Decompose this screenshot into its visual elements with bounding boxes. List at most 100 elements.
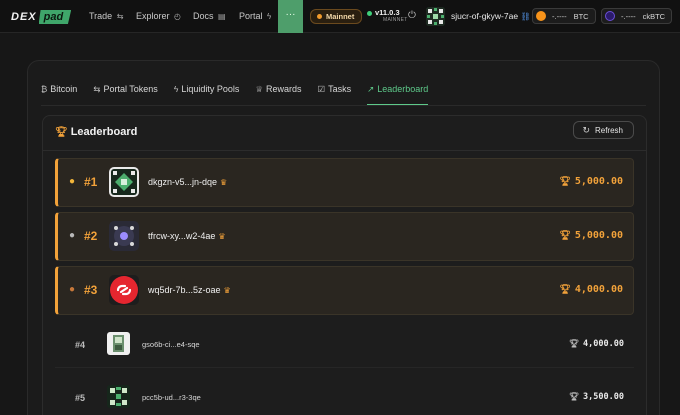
btc-balance-symbol: BTC [573,11,589,21]
player-score: 🏆︎ 3,500.00 [569,392,624,402]
btc-balance[interactable]: -.---- BTC [532,8,596,24]
leaderboard-row[interactable]: ● #3 wq5dr-7b...5z-oae ♛ 🏆︎ 4,000.00 [55,266,634,315]
rank-label: #5 [75,393,86,403]
bitcoin-circle-icon: ₿ [41,84,48,94]
player-name-text: gso6b-ci...e4-sqe [142,340,200,349]
player-avatar [107,332,130,355]
account-avatar[interactable] [426,7,445,26]
refresh-label: Refresh [594,125,623,135]
rank-label: #3 [84,283,98,297]
tab-portal-tokens-label: Portal Tokens [103,84,158,94]
silver-medal-icon: ● [69,230,76,241]
gold-medal-icon: ● [69,176,76,187]
tabs-divider [41,105,646,106]
nav-trade-label: Trade [89,11,113,21]
player-name: gso6b-ci...e4-sqe [142,340,200,349]
tab-bitcoin-label: Bitcoin [50,84,78,94]
power-icon[interactable]: ⏻ [408,10,416,21]
trophy-icon: 🏆︎ [559,231,571,241]
bitcoin-icon [536,11,546,21]
refresh-icon: ↻ [582,124,590,135]
player-name: pcc5b-ud...r3-3qe [142,393,201,402]
player-name-text: pcc5b-ud...r3-3qe [142,393,201,402]
network-label: Mainnet [326,12,355,21]
leaderboard-card: 🏆︎ Leaderboard ↻ Refresh ● #1 dkgzn-v5..… [42,115,647,415]
refresh-button[interactable]: ↻ Refresh [573,121,634,139]
crown-icon: ♛ [218,232,226,241]
tab-leaderboard-label: Leaderboard [377,84,429,94]
player-avatar [109,221,139,251]
nav-docs-label: Docs [193,11,214,21]
account-principal[interactable]: sjucr-of-gkyw-7ae ⛓ [451,11,531,21]
more-menu-button[interactable]: ··· [278,0,303,33]
dexpad-logo[interactable]: DEX pad [11,9,72,25]
rank-label: #4 [75,340,86,350]
trophy-icon: 🏆︎ [559,177,571,187]
rank-label: #1 [84,175,98,189]
nav-docs[interactable]: Docs ▤ [193,11,226,21]
version-label: v11.0.3 [375,8,400,17]
player-name: wq5dr-7b...5z-oae ♛ [148,285,231,295]
nav-portal-label: Portal [239,11,263,21]
leaderboard-row[interactable]: #4 gso6b-ci...e4-sqe 🏆︎ 4,000.00 [55,327,634,364]
tab-bitcoin[interactable]: ₿ Bitcoin [41,81,77,105]
btc-balance-amount: -.---- [552,11,567,21]
tab-tasks[interactable]: ☑ Tasks [318,81,352,105]
trophy-icon: 🏆︎ [55,127,68,138]
tab-leaderboard[interactable]: ↗ Leaderboard [367,81,429,105]
player-score-value: 5,000.00 [574,230,623,241]
player-score: 🏆︎ 4,000.00 [559,284,623,295]
version-indicator: v11.0.3 MAINNET [367,9,408,24]
bronze-medal-icon: ● [69,284,76,295]
swap-icon: ⇆ [116,12,124,21]
network-status-dot-icon [317,14,322,19]
leaderboard-row[interactable]: #5 pcc5b-ud...r3-3qe 🏆︎ 3,500.00 [55,380,634,415]
ckbtc-balance-symbol: ckBTC [642,11,666,21]
trophy-icon: 🏆︎ [568,392,580,401]
nav-explorer-label: Explorer [136,11,170,21]
rank-label: #2 [84,229,98,243]
logo-text-dex: DEX [11,11,37,23]
tab-tasks-label: Tasks [328,84,352,94]
document-icon: ▤ [218,12,226,21]
trending-up-icon: ↗ [367,84,375,94]
tab-portal-tokens[interactable]: ⇆ Portal Tokens [93,81,158,105]
player-name: dkgzn-v5...jn-dqe ♛ [148,177,227,187]
logo-text-pad: pad [38,10,72,24]
checkbox-icon: ☑ [317,84,326,94]
leaderboard-header-divider [43,150,646,151]
player-score-value: 3,500.00 [583,392,624,402]
crown-icon: ♛ [223,286,231,295]
trophy-icon: ♕ [255,84,263,94]
nav-trade[interactable]: Trade ⇆ [89,11,123,21]
player-avatar [109,167,139,197]
tab-rewards-label: Rewards [265,84,302,94]
main-panel: ₿ Bitcoin ⇆ Portal Tokens ϟ Liquidity Pools… [27,60,660,415]
ckbtc-icon [605,11,615,21]
ckbtc-balance-amount: -.---- [621,11,636,21]
leaderboard-title: 🏆︎ Leaderboard [55,126,137,138]
player-name: tfrcw-xy...w2-4ae ♛ [148,231,226,241]
tab-liquidity-pools[interactable]: ϟ Liquidity Pools [174,81,240,105]
network-selector[interactable]: Mainnet [310,9,363,24]
leaderboard-row[interactable]: ● #1 dkgzn-v5...jn-dqe ♛ 🏆︎ 5,000.00 [55,158,634,207]
account-name: sjucr-of-gkyw-7ae [451,11,519,21]
player-score-value: 4,000.00 [583,339,624,349]
player-name-text: wq5dr-7b...5z-oae [148,285,221,295]
ckbtc-balance[interactable]: -.---- ckBTC [601,8,673,24]
crown-icon: ♛ [220,178,228,187]
lightning-icon: ϟ [267,12,272,21]
player-score: 🏆︎ 5,000.00 [559,176,623,187]
section-tabs: ₿ Bitcoin ⇆ Portal Tokens ϟ Liquidity Pools… [41,81,444,105]
compass-icon: ◴ [174,12,182,21]
version-network-caption: MAINNET [383,17,408,23]
chain-link-icon: ⛓ [520,12,531,21]
nav-portal[interactable]: Portal ϟ [239,11,271,21]
player-score: 🏆︎ 4,000.00 [569,339,624,349]
player-name-text: dkgzn-v5...jn-dqe [148,177,218,187]
leaderboard-row[interactable]: ● #2 tfrcw-xy...w2-4ae ♛ 🏆︎ 5,000.00 [55,212,634,261]
leaderboard-title-text: Leaderboard [70,126,138,138]
tab-rewards[interactable]: ♕ Rewards [255,81,301,105]
player-score-value: 5,000.00 [574,176,623,187]
nav-explorer[interactable]: Explorer ◴ [136,11,181,21]
